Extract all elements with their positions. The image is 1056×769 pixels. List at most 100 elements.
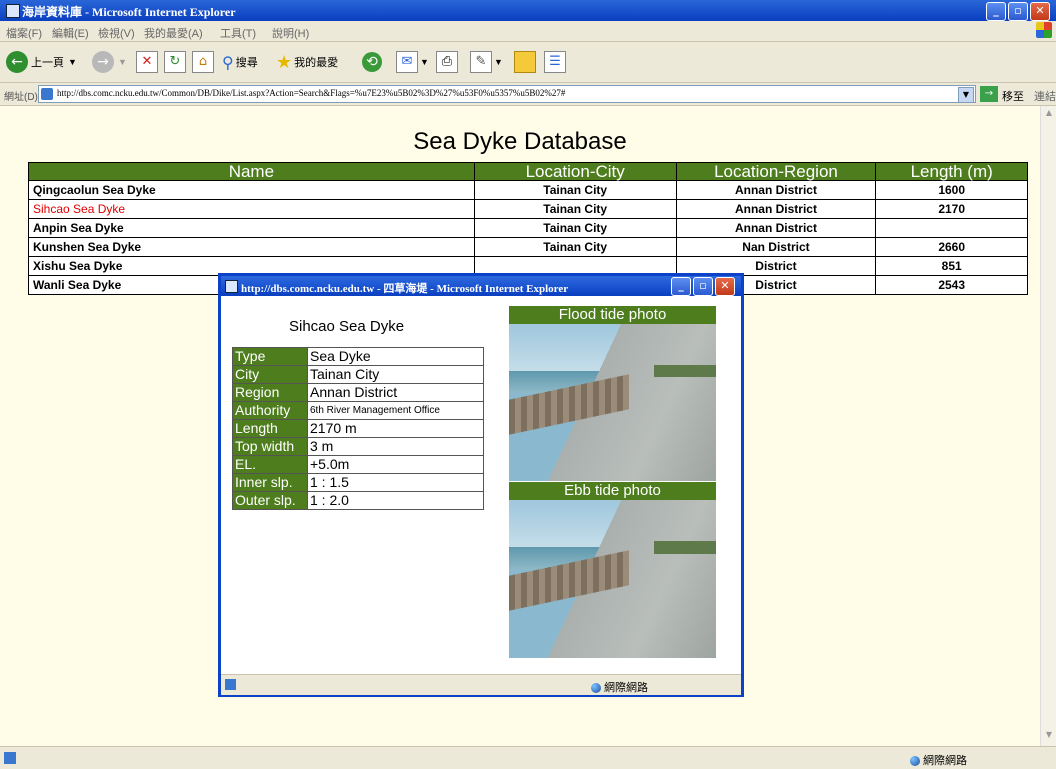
cell-length: 851 (875, 256, 1028, 276)
info-key: City (232, 365, 308, 384)
forward-arrow-icon: → (92, 51, 114, 73)
window-title: 海岸資料庫 - Microsoft Internet Explorer (22, 5, 236, 19)
cell-length: 1600 (875, 180, 1028, 200)
scroll-down-icon[interactable]: ▼ (1043, 730, 1055, 742)
info-key: Region (232, 383, 308, 402)
menu-file[interactable]: 檔案(F) (6, 25, 42, 41)
dyke-name-link[interactable]: Anpin Sea Dyke (28, 218, 475, 238)
favorites-button[interactable]: ★ 我的最愛 (276, 50, 338, 74)
info-key: EL. (232, 455, 308, 474)
search-button[interactable]: ⚲ 搜尋 (222, 50, 258, 74)
table-row[interactable]: Qingcaolun Sea Dyke Tainan City Annan Di… (28, 180, 1028, 200)
menu-help[interactable]: 說明(H) (272, 25, 309, 41)
edit-button[interactable]: ✎ ▼ (470, 50, 503, 74)
back-dropdown-icon[interactable]: ▼ (68, 57, 77, 67)
flood-tide-label: Flood tide photo (509, 306, 716, 324)
edit-dropdown-icon[interactable]: ▼ (494, 57, 503, 67)
table-row[interactable]: Anpin Sea Dyke Tainan City Annan Distric… (28, 218, 1028, 238)
info-value: Tainan City (307, 365, 484, 384)
popup-security-zone: 網際網路 (591, 679, 648, 695)
info-key: Type (232, 347, 308, 366)
status-bar: 網際網路 (0, 746, 1056, 769)
column-header-name: Name (28, 162, 475, 181)
popup-minimize-button[interactable]: _ (671, 277, 691, 296)
address-bar: 網址(D) http://dbs.comc.ncku.edu.tw/Common… (0, 83, 1056, 106)
column-header-length: Length (m) (875, 162, 1028, 181)
stop-icon: ✕ (136, 51, 158, 73)
home-button[interactable]: ⌂ (192, 50, 214, 74)
folder-button[interactable] (514, 50, 536, 74)
page-status-icon (4, 752, 16, 764)
info-row: Authority 6th River Management Office (232, 401, 484, 420)
cell-length: 2543 (875, 275, 1028, 295)
messenger-button[interactable]: ☰ (544, 50, 566, 74)
info-row: Top width 3 m (232, 437, 484, 456)
table-row[interactable]: Kunshen Sea Dyke Tainan City Nan Distric… (28, 237, 1028, 257)
scroll-up-icon[interactable]: ▲ (1043, 108, 1055, 120)
dyke-name-link[interactable]: Kunshen Sea Dyke (28, 237, 475, 257)
dyke-info-table: Type Sea Dyke City Tainan City Region Annan… (232, 347, 484, 510)
menu-edit[interactable]: 編輯(E) (52, 25, 89, 41)
info-row: City Tainan City (232, 365, 484, 384)
info-value: 2170 m (307, 419, 484, 438)
popup-close-button[interactable]: ✕ (715, 277, 735, 296)
window-titlebar: 海岸資料庫 - Microsoft Internet Explorer _ ▫ … (0, 0, 1056, 21)
refresh-icon: ↻ (164, 51, 186, 73)
info-value: 6th River Management Office (307, 401, 484, 420)
forward-dropdown-icon[interactable]: ▼ (118, 57, 127, 67)
menu-bar: 檔案(F) 編輯(E) 檢視(V) 我的最愛(A) 工具(T) 說明(H) (0, 21, 1056, 42)
menu-view[interactable]: 檢視(V) (98, 25, 135, 41)
popup-ie-icon (225, 280, 238, 293)
vertical-scrollbar[interactable]: ▲ ▼ (1040, 106, 1056, 746)
folder-icon (514, 51, 536, 73)
cell-region: Annan District (675, 180, 877, 200)
info-value: 1 : 1.5 (307, 473, 484, 492)
popup-security-zone-label: 網際網路 (604, 682, 648, 694)
info-key: Authority (232, 401, 308, 420)
print-button[interactable]: ⎙ (436, 50, 458, 74)
search-label: 搜尋 (235, 57, 258, 69)
maximize-button[interactable]: ▫ (1008, 2, 1028, 21)
info-row: Inner slp. 1 : 1.5 (232, 473, 484, 492)
column-header-region: Location-Region (675, 162, 877, 181)
dyke-detail-title: Sihcao Sea Dyke (289, 318, 405, 335)
table-row[interactable]: Sihcao Sea Dyke Tainan City Annan Distri… (28, 199, 1028, 219)
refresh-button[interactable]: ↻ (164, 50, 186, 74)
go-arrow-icon[interactable]: → (980, 86, 998, 102)
history-button[interactable]: ⟲ (362, 50, 382, 74)
minimize-button[interactable]: _ (986, 2, 1006, 21)
links-button[interactable]: 連結 (1034, 88, 1056, 104)
info-value: 1 : 2.0 (307, 491, 484, 510)
column-header-city: Location-City (473, 162, 677, 181)
security-zone-label: 網際網路 (923, 755, 967, 767)
popup-body: Sihcao Sea Dyke Type Sea Dyke City Tainan … (221, 296, 741, 674)
mail-button[interactable]: ✉ ▼ (396, 50, 429, 74)
popup-globe-icon (591, 683, 601, 694)
info-row: Region Annan District (232, 383, 484, 402)
stop-button[interactable]: ✕ (136, 50, 158, 74)
popup-maximize-button[interactable]: ▫ (693, 277, 713, 296)
info-row: EL. +5.0m (232, 455, 484, 474)
go-button[interactable]: 移至 (1002, 88, 1024, 104)
popup-status-bar: 網際網路 (221, 674, 741, 695)
info-row: Type Sea Dyke (232, 347, 484, 366)
cell-city: Tainan City (473, 218, 677, 238)
back-button[interactable]: ← 上一頁 ▼ (6, 50, 77, 74)
menu-tools[interactable]: 工具(T) (220, 25, 256, 41)
address-input[interactable]: http://dbs.comc.ncku.edu.tw/Common/DB/Di… (38, 85, 976, 103)
address-dropdown-icon[interactable]: ▼ (958, 87, 974, 103)
mail-dropdown-icon[interactable]: ▼ (420, 57, 429, 67)
table-header-row: Name Location-City Location-Region Lengt… (28, 162, 1028, 181)
info-value: 3 m (307, 437, 484, 456)
close-button[interactable]: ✕ (1030, 2, 1050, 21)
cell-city: Tainan City (473, 180, 677, 200)
cell-city: Tainan City (473, 199, 677, 219)
security-zone: 網際網路 (910, 752, 967, 768)
menu-favorites[interactable]: 我的最愛(A) (144, 25, 203, 41)
info-value: Sea Dyke (307, 347, 484, 366)
dyke-name-link-selected[interactable]: Sihcao Sea Dyke (28, 199, 475, 219)
address-url: http://dbs.comc.ncku.edu.tw/Common/DB/Di… (57, 88, 566, 98)
info-key: Top width (232, 437, 308, 456)
forward-button[interactable]: → ▼ (92, 50, 127, 74)
dyke-name-link[interactable]: Qingcaolun Sea Dyke (28, 180, 475, 200)
